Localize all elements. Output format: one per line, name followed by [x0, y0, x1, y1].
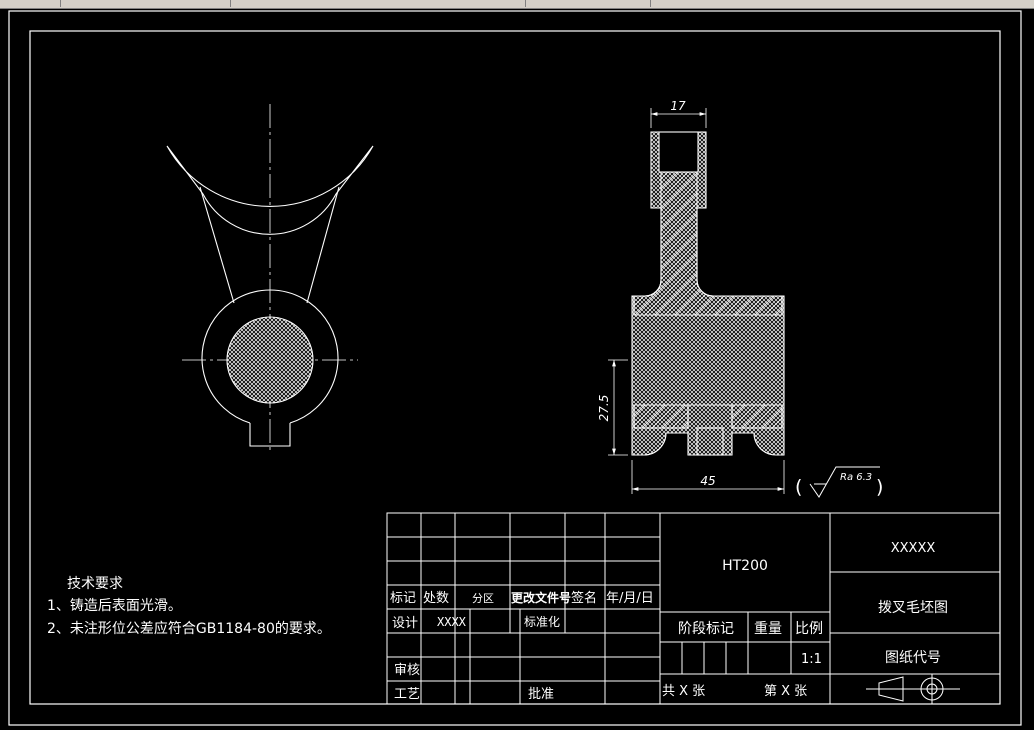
rev-count-label: 处数: [423, 591, 449, 606]
tech-req-line-1: 1、铸造后表面光滑。: [47, 597, 182, 614]
boss-crosshatch: [696, 427, 724, 456]
rev-doc-label: 更改文件号: [511, 590, 571, 605]
dim-text-height-left: 27.5: [597, 395, 611, 422]
top-bore: [658, 131, 699, 173]
cad-drawing-canvas[interactable]: 17 27.5 45 ( Ra 6.3 ) 技术要求 1、铸造后表面光滑。 2、…: [0, 0, 1034, 730]
rev-sign-label: 签名: [571, 590, 597, 606]
roughness-value: Ra 6.3: [840, 472, 872, 483]
approve-label: 批准: [528, 687, 554, 702]
scale-value: 1:1: [801, 652, 822, 667]
hub-bore-section: [226, 316, 314, 404]
roughness-paren-open: (: [795, 476, 802, 498]
tech-req-title: 技术要求: [67, 576, 123, 592]
designer-name: XXXX: [437, 615, 467, 629]
title-block-text: 标记 处数 分区 更改文件号 签名 年/月/日 设计 XXXX 标准化 审核 工…: [390, 541, 948, 702]
review-label: 审核: [394, 663, 420, 678]
stage-mark-label: 阶段标记: [678, 621, 734, 637]
projection-symbol-icon: [866, 674, 960, 704]
dim-text-width-bottom: 45: [700, 474, 715, 488]
scale-label: 比例: [795, 621, 823, 637]
front-view[interactable]: [166, 104, 374, 452]
company-name: XXXXX: [891, 541, 936, 556]
technical-requirements: 技术要求 1、铸造后表面光滑。 2、未注形位公差应符合GB1184-80的要求。: [47, 576, 331, 637]
rev-zone-label: 分区: [472, 592, 494, 605]
left-arm-edge: [199, 186, 235, 304]
material-value: HT200: [722, 558, 768, 574]
sheets-total: 共 X 张: [662, 684, 705, 699]
right-arm-edge: [306, 186, 340, 304]
drawing-code-label: 图纸代号: [885, 650, 941, 666]
roughness-symbol[interactable]: ( Ra 6.3 ): [795, 466, 883, 498]
tech-req-line-2: 2、未注形位公差应符合GB1184-80的要求。: [47, 620, 331, 637]
process-label: 工艺: [394, 687, 420, 702]
outer-border: [8, 10, 1022, 726]
dim-text-width-top: 17: [670, 99, 686, 113]
section-view[interactable]: [631, 131, 785, 456]
roughness-paren-close: ): [876, 476, 883, 498]
design-label: 设计: [392, 616, 418, 631]
rev-mark-label: 标记: [390, 591, 416, 606]
rev-date-label: 年/月/日: [606, 591, 654, 606]
drawing-name: 拨叉毛坯图: [878, 600, 948, 616]
weight-label: 重量: [754, 621, 782, 637]
standard-label: 标准化: [524, 615, 560, 629]
sheet-number: 第 X 张: [764, 684, 807, 699]
